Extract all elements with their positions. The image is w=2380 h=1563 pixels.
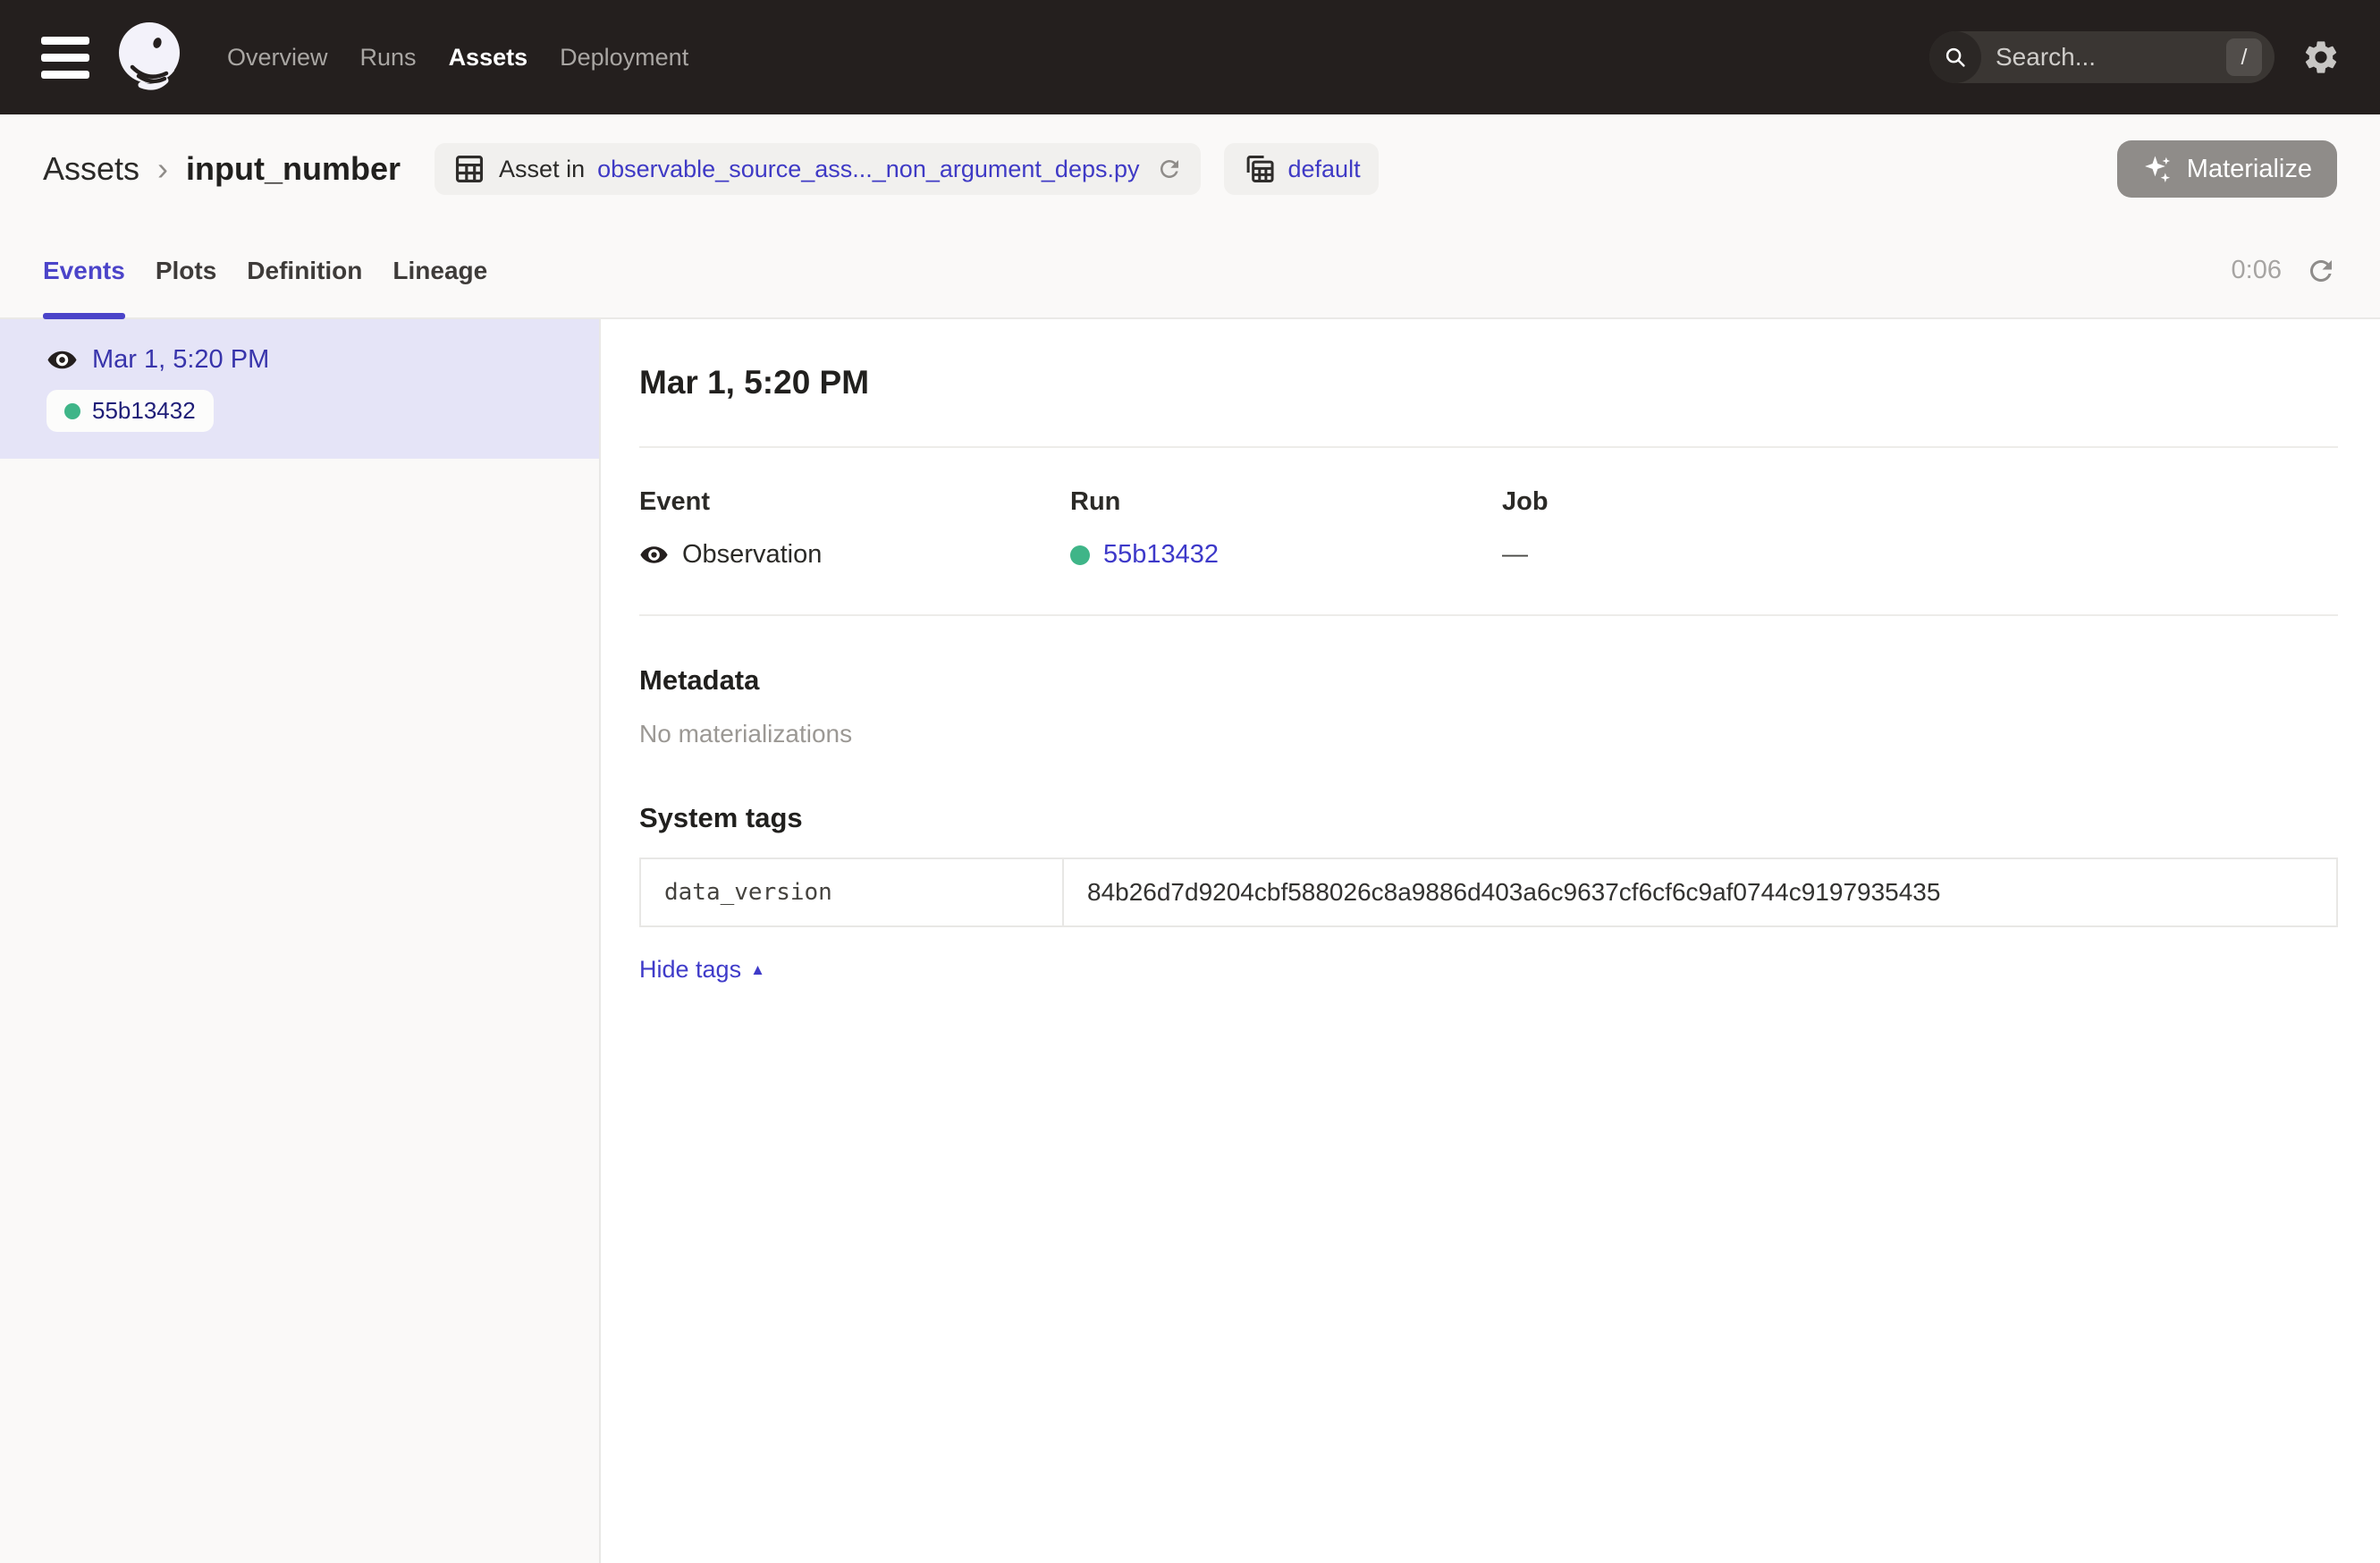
- tag-key: data_version: [641, 859, 1064, 925]
- tab-lineage[interactable]: Lineage: [392, 224, 487, 317]
- metadata-empty-text: No materializations: [639, 720, 2338, 748]
- breadcrumb: Assets › input_number: [43, 150, 401, 188]
- observation-eye-icon: [46, 344, 78, 376]
- tag-row: data_version 84b26d7d9204cbf588026c8a988…: [641, 859, 2336, 925]
- refresh-button[interactable]: [2305, 255, 2337, 287]
- hide-tags-label: Hide tags: [639, 956, 741, 984]
- top-nav: Overview Runs Assets Deployment /: [0, 0, 2380, 114]
- dagster-logo[interactable]: [114, 21, 188, 94]
- event-type-value: Observation: [682, 540, 822, 570]
- search-input[interactable]: [1996, 43, 2219, 72]
- group-chip[interactable]: default: [1224, 143, 1379, 195]
- code-location-link[interactable]: observable_source_ass..._non_argument_de…: [597, 156, 1139, 183]
- table-icon: [452, 152, 486, 186]
- refresh-countdown: 0:06: [2232, 256, 2282, 285]
- divider: [639, 446, 2338, 448]
- asset-name: input_number: [186, 150, 401, 188]
- tab-plots[interactable]: Plots: [156, 224, 216, 317]
- run-link[interactable]: 55b13432: [1103, 540, 1219, 570]
- run-status-dot: [64, 403, 80, 419]
- system-tags-heading: System tags: [639, 802, 2338, 834]
- materialize-button[interactable]: Materialize: [2117, 140, 2337, 198]
- system-tags-table: data_version 84b26d7d9204cbf588026c8a988…: [639, 858, 2338, 927]
- run-column-label: Run: [1070, 487, 1502, 517]
- event-details: Event Observation Run: [639, 487, 2338, 570]
- nav-assets[interactable]: Assets: [449, 44, 528, 72]
- job-empty-value: —: [1502, 540, 1528, 570]
- breadcrumb-separator-icon: ›: [157, 150, 168, 188]
- nav-deployment[interactable]: Deployment: [560, 44, 688, 72]
- sparkles-icon: [2142, 154, 2173, 184]
- asset-in-label: Asset in: [499, 156, 585, 183]
- reload-location-button[interactable]: [1156, 156, 1183, 182]
- tabs: Events Plots Definition Lineage: [43, 224, 487, 317]
- hide-tags-link[interactable]: Hide tags ▲: [639, 956, 765, 984]
- asset-location-chip: Asset in observable_source_ass..._non_ar…: [435, 143, 1200, 195]
- divider: [639, 614, 2338, 616]
- job-column-label: Job: [1502, 487, 2338, 517]
- observation-eye-icon: [639, 540, 669, 570]
- event-detail-panel: Mar 1, 5:20 PM Event Observation: [601, 319, 2380, 1563]
- search-icon: [1929, 31, 1981, 83]
- run-badge: 55b13432: [46, 390, 214, 432]
- settings-gear-button[interactable]: [2301, 38, 2341, 77]
- tabs-bar: Events Plots Definition Lineage 0:06: [0, 224, 2380, 319]
- caret-up-icon: ▲: [750, 962, 765, 977]
- materialize-label: Materialize: [2187, 155, 2312, 184]
- slash-shortcut-badge: /: [2226, 38, 2262, 76]
- tab-events[interactable]: Events: [43, 224, 125, 317]
- event-date: Mar 1, 5:20 PM: [92, 345, 269, 375]
- nav-links: Overview Runs Assets Deployment: [227, 44, 688, 72]
- run-status-dot: [1070, 545, 1090, 565]
- content-area: Mar 1, 5:20 PM 55b13432 Mar 1, 5:20 PM E…: [0, 319, 2380, 1563]
- breadcrumb-assets-link[interactable]: Assets: [43, 150, 139, 188]
- tab-definition[interactable]: Definition: [247, 224, 362, 317]
- event-list-item[interactable]: Mar 1, 5:20 PM 55b13432: [0, 319, 599, 459]
- event-title: Mar 1, 5:20 PM: [639, 364, 2338, 401]
- asset-group-icon: [1242, 152, 1276, 186]
- metadata-heading: Metadata: [639, 664, 2338, 697]
- group-link[interactable]: default: [1288, 156, 1361, 183]
- nav-overview[interactable]: Overview: [227, 44, 328, 72]
- dagster-app: Overview Runs Assets Deployment / Assets…: [0, 0, 2380, 1563]
- search-box[interactable]: /: [1929, 31, 2275, 83]
- menu-button[interactable]: [39, 31, 91, 84]
- event-column-label: Event: [639, 487, 1070, 517]
- events-sidebar: Mar 1, 5:20 PM 55b13432: [0, 319, 601, 1563]
- run-id: 55b13432: [92, 397, 196, 425]
- tag-value: 84b26d7d9204cbf588026c8a9886d403a6c9637c…: [1064, 859, 2336, 925]
- page-header: Assets › input_number Asset in observabl…: [0, 114, 2380, 224]
- nav-runs[interactable]: Runs: [360, 44, 417, 72]
- header-chips: Asset in observable_source_ass..._non_ar…: [435, 143, 1379, 195]
